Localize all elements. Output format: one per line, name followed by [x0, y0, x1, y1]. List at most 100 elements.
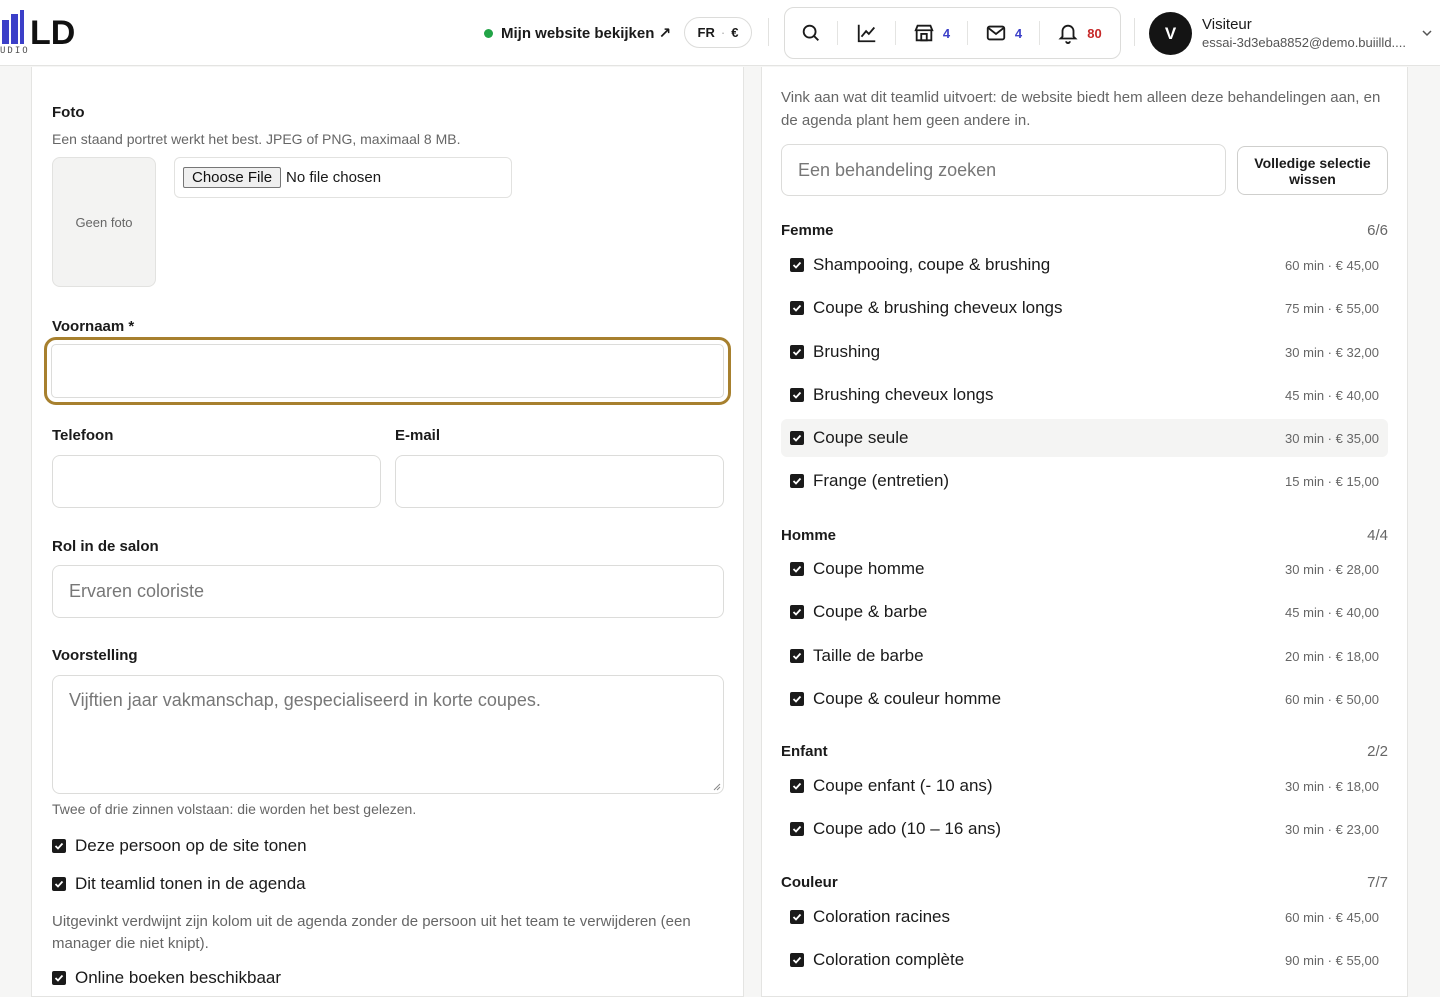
service-item[interactable]: Coupe ado (10 – 16 ans) 30 min · € 23,00: [781, 810, 1388, 848]
category-name: Femme: [781, 222, 834, 239]
service-name: Taille de barbe: [813, 646, 924, 665]
logo-text: LD: [30, 14, 75, 52]
service-item[interactable]: Brushing 30 min · € 32,00: [781, 333, 1388, 371]
chevron-down-icon[interactable]: [1421, 27, 1433, 39]
service-name: Shampooing, coupe & brushing: [813, 255, 1051, 274]
shop-button[interactable]: 4: [895, 21, 967, 45]
mail-icon: [986, 25, 1006, 41]
service-item[interactable]: Frange (entretien) 15 min · € 15,00: [781, 462, 1388, 500]
service-item[interactable]: Coupe & barbe 45 min · € 40,00: [781, 593, 1388, 631]
firstname-input[interactable]: [44, 337, 731, 405]
service-name: Coupe homme: [813, 559, 925, 578]
messages-button[interactable]: 4: [967, 21, 1039, 45]
service-item[interactable]: Coupe enfant (- 10 ans) 30 min · € 18,00: [781, 767, 1388, 805]
language-currency-switch[interactable]: FR · €: [684, 17, 752, 48]
service-item[interactable]: Taille de barbe 20 min · € 18,00: [781, 637, 1388, 675]
view-website-label: Mijn website bekijken ↗: [501, 25, 672, 42]
show-on-site-checkbox[interactable]: Deze persoon op de site tonen: [52, 836, 307, 856]
bio-label: Voorstelling: [52, 647, 138, 664]
service-duration-price: 30 min · € 32,00: [1285, 344, 1379, 360]
checkbox-checked-icon[interactable]: [790, 301, 804, 315]
checkbox-checked-icon[interactable]: [790, 692, 804, 706]
category-name: Homme: [781, 527, 837, 544]
checkbox-checked-icon[interactable]: [52, 839, 66, 853]
service-name: Coupe & brushing cheveux longs: [813, 298, 1063, 317]
service-name: Brushing cheveux longs: [813, 385, 994, 404]
divider: [768, 18, 769, 46]
category-count: 7/7: [1367, 874, 1388, 891]
service-item[interactable]: Coupe homme 30 min · € 28,00: [781, 550, 1388, 588]
checkbox-checked-icon[interactable]: [790, 474, 804, 488]
chart-icon: [857, 24, 875, 43]
checkbox-checked-icon[interactable]: [52, 877, 66, 891]
service-name: Coupe & barbe: [813, 602, 928, 621]
checkbox-checked-icon[interactable]: [790, 605, 804, 619]
service-search-input[interactable]: Een behandeling zoeken: [781, 144, 1226, 196]
clear-selection-button[interactable]: Volledige selectie wissen: [1237, 146, 1388, 195]
service-name: Coupe enfant (- 10 ans): [813, 776, 993, 795]
stats-button[interactable]: [837, 21, 895, 45]
service-item[interactable]: Brushing cheveux longs 45 min · € 40,00: [781, 376, 1388, 414]
show-in-agenda-label: Dit teamlid tonen in de agenda: [75, 874, 306, 893]
service-item[interactable]: Coupe & brushing cheveux longs 75 min · €…: [781, 289, 1388, 327]
checkbox-checked-icon[interactable]: [790, 822, 804, 836]
service-duration-price: 30 min · € 23,00: [1285, 821, 1379, 837]
resize-handle-icon[interactable]: [713, 783, 721, 791]
top-bar: LD UDIO Mijn website bekijken ↗ FR · € 4…: [0, 0, 1440, 66]
notifications-button[interactable]: 80: [1039, 21, 1119, 45]
email-input[interactable]: [395, 455, 724, 508]
service-item[interactable]: Coloration racines 60 min · € 45,00: [781, 898, 1388, 936]
phone-input[interactable]: [52, 455, 381, 508]
checkbox-checked-icon[interactable]: [790, 562, 804, 576]
service-item[interactable]: Coupe seule 30 min · € 35,00: [781, 419, 1388, 457]
checkbox-checked-icon[interactable]: [790, 431, 804, 445]
show-on-site-label: Deze persoon op de site tonen: [75, 836, 307, 855]
service-category-header: Enfant 2/2: [781, 743, 1388, 760]
photo-hint: Een staand portret werkt het best. JPEG …: [52, 131, 461, 147]
service-duration-price: 30 min · € 18,00: [1285, 778, 1379, 794]
toolbar: 4 4 80: [784, 7, 1121, 59]
user-name[interactable]: Visiteur: [1202, 16, 1252, 33]
online-booking-label: Online boeken beschikbaar: [75, 968, 282, 987]
language-label: FR: [697, 25, 715, 40]
search-placeholder: Een behandeling zoeken: [798, 159, 997, 180]
checkbox-checked-icon[interactable]: [790, 953, 804, 967]
services-intro: Vink aan wat dit teamlid uitvoert: de we…: [781, 89, 1381, 129]
bell-icon: [1058, 24, 1078, 44]
checkbox-checked-icon[interactable]: [790, 258, 804, 272]
checkbox-checked-icon[interactable]: [790, 649, 804, 663]
show-in-agenda-checkbox[interactable]: Dit teamlid tonen in de agenda: [52, 874, 306, 894]
online-booking-checkbox[interactable]: Online boeken beschikbaar: [52, 968, 281, 988]
user-avatar[interactable]: V: [1149, 12, 1192, 55]
service-item[interactable]: Shampooing, coupe & brushing 60 min · € 4…: [781, 246, 1388, 284]
service-name: Coloration complète: [813, 950, 965, 969]
role-input[interactable]: Ervaren coloriste: [52, 565, 724, 618]
store-icon: [914, 24, 934, 42]
service-name: Coupe & couleur homme: [813, 689, 1002, 708]
checkbox-checked-icon[interactable]: [790, 388, 804, 402]
service-duration-price: 90 min · € 55,00: [1285, 952, 1379, 968]
service-item[interactable]: Coupe & couleur homme 60 min · € 50,00: [781, 680, 1388, 718]
service-item[interactable]: Coloration complète 90 min · € 55,00: [781, 941, 1388, 979]
photo-label: Foto: [52, 104, 85, 121]
service-name: Brushing: [813, 342, 881, 361]
notification-count: 80: [1087, 25, 1102, 41]
service-duration-price: 75 min · € 55,00: [1285, 300, 1379, 316]
choose-file-button[interactable]: Choose File: [183, 167, 282, 188]
checkbox-checked-icon[interactable]: [52, 971, 66, 985]
category-name: Couleur: [781, 874, 838, 891]
photo-file-input[interactable]: Choose File No file chosen: [174, 157, 512, 198]
service-duration-price: 30 min · € 28,00: [1285, 561, 1379, 577]
service-duration-price: 20 min · € 18,00: [1285, 648, 1379, 664]
checkbox-checked-icon[interactable]: [790, 779, 804, 793]
search-icon: [802, 24, 819, 41]
checkbox-checked-icon[interactable]: [790, 345, 804, 359]
mail-count: 4: [1014, 25, 1023, 41]
view-website-link[interactable]: Mijn website bekijken ↗: [484, 22, 671, 44]
bio-placeholder: Vijftien jaar vakmanschap, gespecialisee…: [69, 690, 541, 710]
checkbox-checked-icon[interactable]: [790, 910, 804, 924]
bio-textarea[interactable]: Vijftien jaar vakmanschap, gespecialisee…: [52, 675, 724, 794]
service-name: Frange (entretien): [813, 471, 950, 490]
search-button[interactable]: [785, 8, 837, 58]
separator-dot: ·: [720, 25, 726, 40]
